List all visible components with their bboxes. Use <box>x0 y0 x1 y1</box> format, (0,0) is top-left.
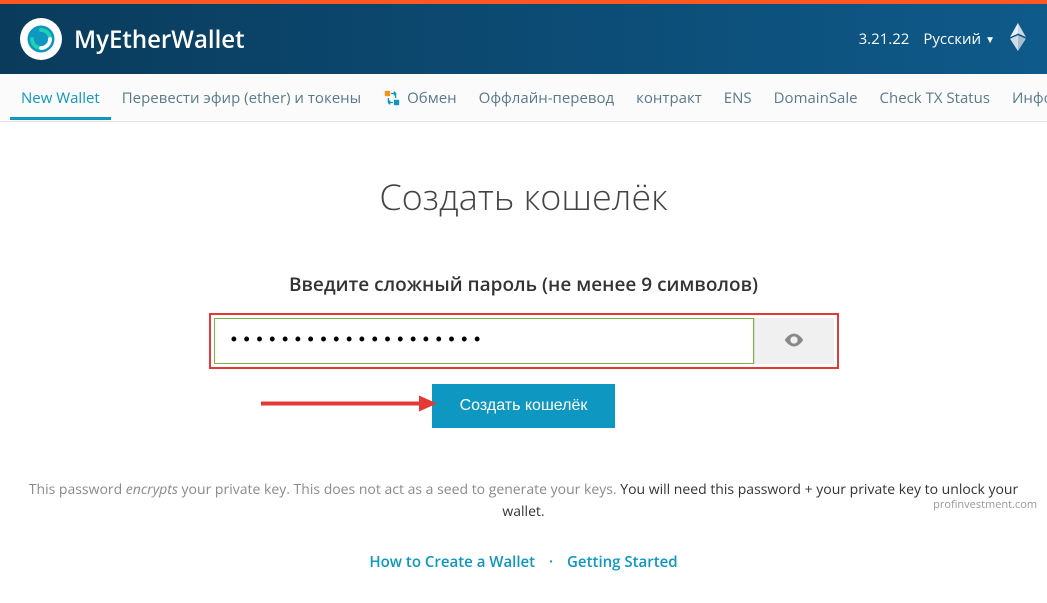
nav-txstatus[interactable]: Check TX Status <box>869 76 1001 120</box>
brand[interactable]: MyEtherWallet <box>20 18 245 60</box>
swap-icon <box>383 89 401 107</box>
nav-domainsale[interactable]: DomainSale <box>763 76 869 120</box>
caret-down-icon: ▼ <box>985 32 995 46</box>
watermark: profinvestment.com <box>933 497 1037 512</box>
language-label: Русский <box>923 29 981 49</box>
create-wallet-button[interactable]: Создать кошелёк <box>432 384 616 428</box>
nav-new-wallet[interactable]: New Wallet <box>10 76 111 120</box>
nav-contract[interactable]: контракт <box>625 76 713 120</box>
info-text: This password encrypts your private key.… <box>20 479 1027 524</box>
ethereum-icon[interactable] <box>1009 23 1027 56</box>
password-highlight-box <box>209 313 839 369</box>
link-how-to-create[interactable]: How to Create a Wallet <box>369 552 535 572</box>
language-dropdown[interactable]: Русский ▼ <box>923 29 995 49</box>
version-label: 3.21.22 <box>859 29 910 49</box>
password-input[interactable] <box>214 318 754 364</box>
separator-dot: · <box>549 552 553 572</box>
nav-swap[interactable]: Обмен <box>372 76 468 120</box>
toggle-password-visibility-button[interactable] <box>754 318 834 364</box>
link-getting-started[interactable]: Getting Started <box>567 552 678 572</box>
help-links: How to Create a Wallet · Getting Started <box>20 552 1027 572</box>
brand-name: MyEtherWallet <box>74 23 245 56</box>
eye-icon <box>783 329 805 354</box>
nav-ens[interactable]: ENS <box>713 76 763 120</box>
logo-icon <box>20 18 62 60</box>
nav-walletinfo[interactable]: Информация о кошельк <box>1001 76 1047 120</box>
annotation-arrow-icon <box>259 392 439 421</box>
page-title: Создать кошелёк <box>20 172 1027 221</box>
main-content: Создать кошелёк Введите сложный пароль (… <box>0 122 1047 602</box>
header: MyEtherWallet 3.21.22 Русский ▼ <box>0 4 1047 74</box>
nav-swap-label: Обмен <box>407 88 457 108</box>
main-nav: New Wallet Перевести эфир (ether) и токе… <box>0 74 1047 122</box>
nav-offline[interactable]: Оффлайн-перевод <box>468 76 625 120</box>
nav-send[interactable]: Перевести эфир (ether) и токены <box>111 76 372 120</box>
password-subtitle: Введите сложный пароль (не менее 9 симво… <box>20 271 1027 297</box>
